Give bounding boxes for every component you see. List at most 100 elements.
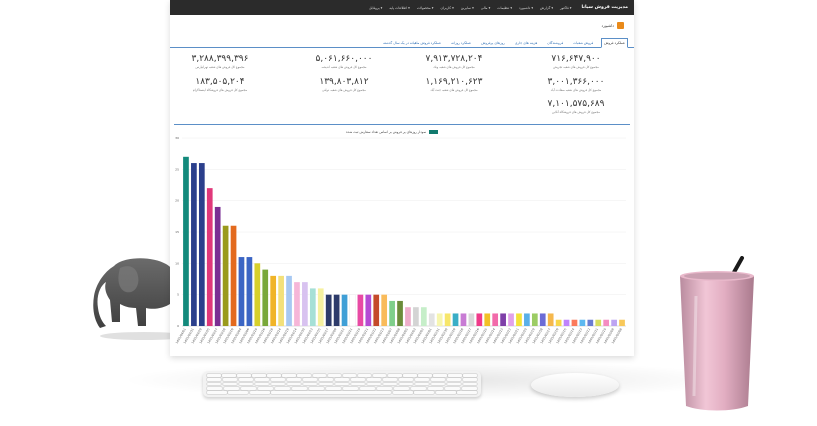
chart-bar[interactable] [206,188,213,326]
stat-value: ۵,۰۶۱,۶۶۰,۰۰۰ [315,54,373,64]
chart-bar[interactable] [516,313,522,326]
menu-item-settings[interactable]: تنظیمات ▾ [497,6,512,10]
menu-item-finance[interactable]: مالی ▾ [481,6,491,10]
stat-label: مجموع کل فروش های شعبه تجریش [553,65,599,69]
keyboard [203,371,481,397]
chart-bar[interactable] [230,225,237,326]
chart-bar[interactable] [436,313,443,326]
chart-bar[interactable] [539,313,546,326]
chart-bar[interactable] [317,288,324,326]
chart-bar[interactable] [484,313,491,326]
chart-bar[interactable] [571,319,578,326]
chart-bar[interactable] [452,313,459,326]
menu-item-invoice[interactable]: فاکتور ▾ [560,6,571,10]
chart-bar[interactable] [468,313,475,326]
chart-bar[interactable] [270,275,277,326]
breadcrumb: داشبورد [601,22,624,29]
chart-bar[interactable] [579,319,586,326]
chart-bar[interactable] [294,282,300,326]
chart-bar[interactable] [619,319,625,326]
chart-bar[interactable] [357,294,364,326]
chart-bar[interactable] [389,300,395,326]
tab-busy-days[interactable]: روزهای پرفروش [479,39,507,47]
chart-bar[interactable] [413,307,419,326]
menu-item-users[interactable]: کاربران ▾ [440,6,453,10]
chart-bar[interactable] [278,275,284,326]
chart-bar[interactable] [222,225,229,326]
chart-bar[interactable] [302,282,308,326]
chart-bar[interactable] [214,206,221,326]
chart-bars [183,156,625,327]
menu-item-dashboard[interactable]: داشبورد ▾ [519,6,533,10]
chart-bar[interactable] [198,163,205,326]
menu-item-base-info[interactable]: اطلاعات پایه ▾ [389,6,410,10]
chart-bar[interactable] [238,257,245,326]
chart-bar[interactable] [595,319,602,326]
section-divider [174,124,630,125]
chart-bar[interactable] [397,300,403,326]
chart-bar[interactable] [246,257,253,326]
chart-bar[interactable] [508,313,514,326]
y-tick-label: 0 [177,324,179,328]
tab-sales-performance[interactable]: عملکرد فروش [601,38,628,48]
chart-legend[interactable]: نمودار روزهای پر فروش بر اساس تعداد سفار… [346,130,439,134]
chart-y-ticks: 0 5 10 15 20 25 30 [175,136,179,328]
chart-bar[interactable] [555,319,562,326]
chart-bar[interactable] [476,313,483,326]
stat-value: ۷,۹۱۳,۷۲۸,۲۰۴ [425,54,483,64]
chart-x-labels: 1401/04/011401/03/311401/03/291401/03/25… [175,327,623,344]
menu-item-others[interactable]: سایرین ▾ [461,6,474,10]
chart-bar[interactable] [500,313,506,326]
stat-card: ۳,۲۸۸,۳۹۹,۳۹۶ مجموع کل فروش های شعبه تهر… [170,54,270,69]
pink-cup-with-straw [680,256,754,411]
chart-bar[interactable] [333,294,340,326]
chart-bar[interactable] [349,294,356,327]
chart-bar[interactable] [191,163,197,326]
tab-daily-performance[interactable]: عملکرد روزانه [449,39,473,47]
tab-monthly-performance[interactable]: عملکرد فروش ماهیانه در یک سال گذشته [381,39,443,47]
chart-bar[interactable] [531,313,538,326]
chart-bar[interactable] [381,294,388,326]
stat-value: ۳,۲۸۸,۳۹۹,۳۹۶ [191,54,249,64]
chart-bar[interactable] [428,313,435,326]
stat-label: مجموع کل فروش های فروشگاه اینستاگرام [192,88,248,92]
chart-bar[interactable] [365,294,372,326]
menu-item-profile[interactable]: پروفایل ▾ [369,6,382,10]
stat-value: ۷۱۶,۶۴۷,۹۰۰ [551,54,601,64]
chart-bar[interactable] [563,319,570,326]
chart-bar[interactable] [460,313,467,326]
chart-bar[interactable] [405,307,411,326]
stat-card: ۷۱۶,۶۴۷,۹۰۰ مجموع کل فروش های شعبه تجریش [526,54,626,69]
chart-bar[interactable] [547,313,554,326]
chart-bar[interactable] [325,294,332,326]
chart-bar[interactable] [262,269,269,326]
chart-bar[interactable] [611,319,617,326]
chart-bar[interactable] [420,307,427,326]
chart-bar[interactable] [524,313,530,326]
chart-bar[interactable] [309,288,316,326]
stat-card: ۵,۰۶۱,۶۶۰,۰۰۰ مجموع کل فروش های شعبه اند… [294,54,394,69]
stat-value: ۱۳۹,۸۰۳,۸۱۲ [319,77,369,87]
chart-bar[interactable] [183,156,189,326]
top-navbar: مدیریت فروش سیانا فاکتور ▾ گزارش ▾ داشبو… [170,0,634,15]
menu-item-products[interactable]: محصولات ▾ [417,6,434,10]
stat-label: مجموع کل فروش های شعبه سعادت آباد [550,88,602,92]
tab-current-costs[interactable]: هزینه های جاری [513,39,540,47]
chart-bar[interactable] [373,294,380,326]
home-icon[interactable] [617,22,624,29]
chart-bar[interactable] [587,319,594,326]
stat-value: ۱,۱۶۹,۲۱۰,۶۲۳ [425,77,483,87]
menu-item-report[interactable]: گزارش ▾ [540,6,553,10]
chart-bar[interactable] [603,319,610,326]
tab-branch-sales[interactable]: فروش شعبات [571,39,595,47]
app-brand[interactable]: مدیریت فروش سیانا [582,5,629,10]
chart-bar[interactable] [286,275,292,326]
chart-bar[interactable] [444,313,451,326]
chart-bar[interactable] [254,263,261,326]
tab-sellers[interactable]: فروشندگان [545,39,565,47]
chart-bar[interactable] [492,313,499,326]
stat-label: مجموع کل فروش های شعبه ونک [433,65,475,69]
busy-days-bar-chart: 0 5 10 15 20 25 30 1401/04/011401/03/311401/03… [175,136,626,344]
stat-label: مجموع کل فروش های شعبه اندیشه [321,65,367,69]
chart-bar[interactable] [341,294,348,326]
